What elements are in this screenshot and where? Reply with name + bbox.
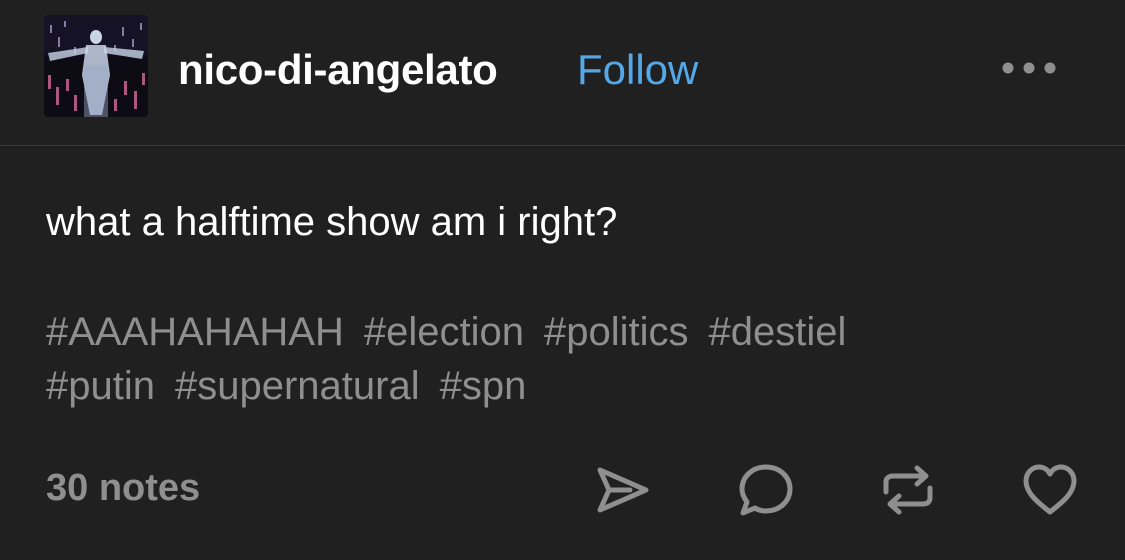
tag-link[interactable]: #politics: [544, 305, 689, 359]
post-card: nico-di-angelato Follow what a halftime …: [0, 0, 1125, 560]
post-body-text: what a halftime show am i right?: [46, 200, 618, 244]
tag-link[interactable]: #supernatural: [175, 359, 420, 413]
notes-count[interactable]: 30 notes: [46, 463, 200, 513]
heart-icon[interactable]: [1018, 458, 1082, 522]
tag-link[interactable]: #spn: [440, 359, 527, 413]
post-header: nico-di-angelato Follow: [0, 0, 1125, 146]
share-icon[interactable]: [590, 458, 654, 522]
tag-link[interactable]: #putin: [46, 359, 155, 413]
reblog-icon[interactable]: [876, 458, 940, 522]
follow-button[interactable]: Follow: [577, 44, 698, 96]
username[interactable]: nico-di-angelato: [178, 44, 498, 96]
more-options-icon[interactable]: [998, 56, 1060, 80]
tag-list: #AAAHAHAHAH #election #politics #destiel #pu…: [46, 305, 1086, 413]
avatar-image: [44, 15, 148, 117]
tag-link[interactable]: #destiel: [709, 305, 847, 359]
tag-link[interactable]: #election: [364, 305, 524, 359]
tag-link[interactable]: #AAAHAHAHAH: [46, 305, 344, 359]
avatar[interactable]: [44, 15, 148, 117]
reply-icon[interactable]: [734, 458, 798, 522]
